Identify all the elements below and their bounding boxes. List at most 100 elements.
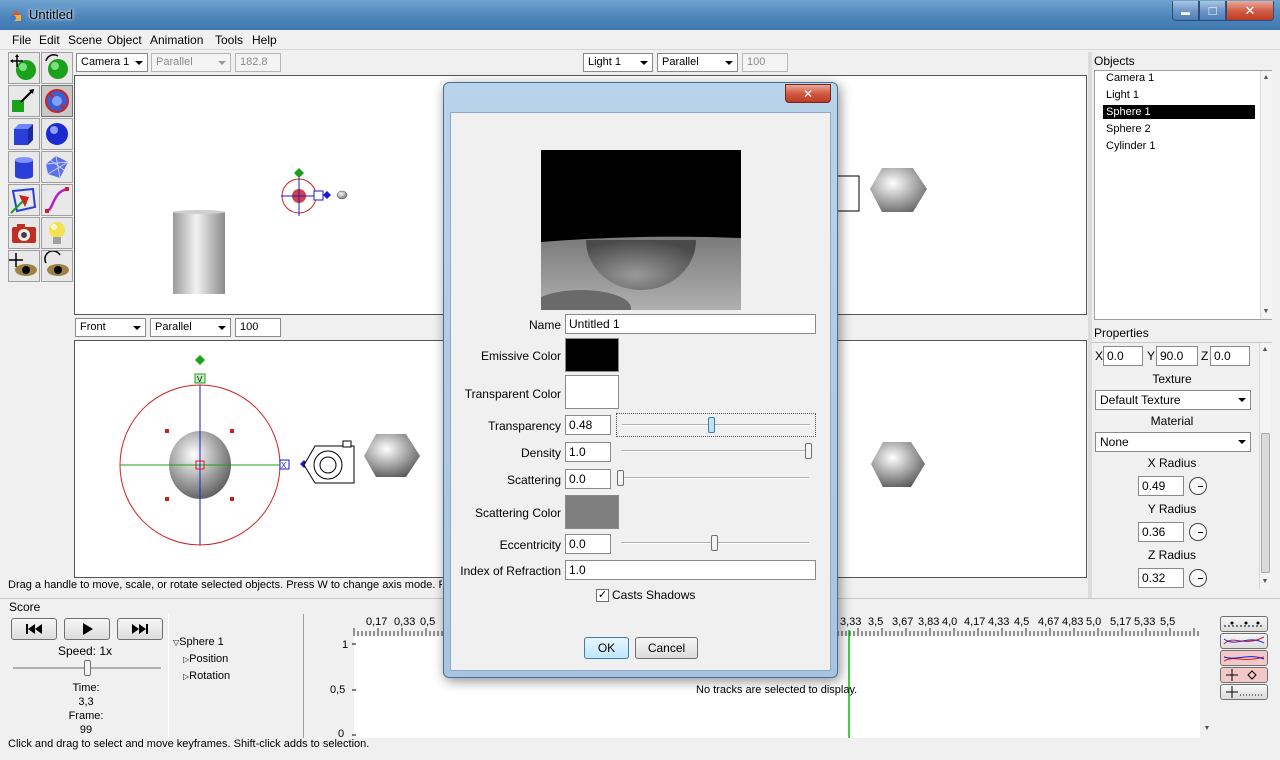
- emissive-color-swatch[interactable]: [565, 338, 619, 372]
- camera-object-front[interactable]: [303, 440, 355, 484]
- rewind-button[interactable]: [11, 618, 57, 640]
- eccentricity-slider-thumb[interactable]: [711, 535, 718, 551]
- close-button[interactable]: ✕: [1226, 1, 1274, 21]
- scroll-up-icon[interactable]: ▲: [1260, 345, 1270, 355]
- material-select[interactable]: None: [1095, 432, 1251, 452]
- viewport-tr-projection-select[interactable]: Parallel: [657, 53, 738, 72]
- viewport-tl-camera-select[interactable]: Camera 1: [76, 53, 148, 72]
- z-radius-dial-icon[interactable]: [1189, 569, 1207, 587]
- move-keyframe-button[interactable]: [1220, 667, 1268, 683]
- fast-forward-button[interactable]: [117, 618, 163, 640]
- list-item[interactable]: Cylinder 1: [1103, 139, 1159, 153]
- texture-select[interactable]: Default Texture: [1095, 390, 1251, 410]
- scattering-field[interactable]: 0.0: [565, 469, 611, 489]
- single-graph-button[interactable]: [1220, 633, 1268, 649]
- tree-item-rotation[interactable]: ▷Rotation: [183, 670, 230, 682]
- viewport-tl-scale-field[interactable]: 182.8: [235, 53, 281, 72]
- cube-tool[interactable]: [8, 118, 40, 150]
- x-field[interactable]: 0.0: [1103, 346, 1143, 366]
- density-field[interactable]: 1.0: [565, 442, 611, 462]
- y-radius-dial-icon[interactable]: [1189, 523, 1207, 541]
- sphere-2-object-front[interactable]: [364, 434, 420, 477]
- list-item[interactable]: Sphere 2: [1103, 122, 1154, 136]
- curve-tool[interactable]: [41, 184, 73, 216]
- scattering-slider[interactable]: [616, 467, 816, 491]
- scroll-down-icon[interactable]: ▼: [1260, 577, 1270, 587]
- maximize-button[interactable]: □: [1199, 1, 1226, 21]
- sphere-tool[interactable]: [41, 118, 73, 150]
- menu-tools[interactable]: Tools: [215, 33, 243, 47]
- multi-graph-button[interactable]: [1220, 650, 1268, 666]
- tree-item-position[interactable]: ▷Position: [183, 653, 228, 665]
- ior-field[interactable]: 1.0: [565, 560, 816, 580]
- camera-object-top[interactable]: [835, 175, 860, 212]
- x-radius-field[interactable]: 0.49: [1138, 476, 1184, 496]
- cylinder-tool[interactable]: [8, 151, 40, 183]
- cancel-button[interactable]: Cancel: [635, 637, 698, 659]
- sphere-selection-gizmo[interactable]: [281, 168, 331, 216]
- scroll-down-icon[interactable]: ▼: [1261, 307, 1271, 317]
- menu-scene[interactable]: Scene: [68, 33, 102, 47]
- light-object[interactable]: [336, 190, 348, 200]
- transparent-color-swatch[interactable]: [565, 375, 619, 409]
- viewport-tr-camera-select[interactable]: Light 1: [583, 53, 653, 72]
- name-field[interactable]: Untitled 1: [565, 314, 816, 334]
- list-item[interactable]: Camera 1: [1103, 71, 1157, 85]
- list-item-selected[interactable]: Sphere 1: [1103, 105, 1255, 119]
- scroll-thumb[interactable]: [1261, 433, 1270, 573]
- light-tool[interactable]: [41, 217, 73, 249]
- z-radius-field[interactable]: 0.32: [1138, 568, 1184, 588]
- list-item[interactable]: Light 1: [1103, 88, 1142, 102]
- speed-slider-thumb[interactable]: [84, 660, 91, 676]
- pan-view-tool[interactable]: [8, 250, 40, 282]
- rotate-tool[interactable]: [41, 52, 73, 84]
- menu-animation[interactable]: Animation: [150, 33, 203, 47]
- material-preview[interactable]: [541, 150, 741, 310]
- scroll-up-icon[interactable]: ▲: [1261, 73, 1271, 83]
- mesh-tool[interactable]: [41, 151, 73, 183]
- eccentricity-field[interactable]: 0.0: [565, 534, 611, 554]
- sphere-2-object-top[interactable]: [870, 168, 927, 212]
- sphere-front-gizmo[interactable]: V X: [119, 355, 308, 546]
- viewport-bl-scale-field[interactable]: 100: [235, 318, 281, 337]
- viewport-bl-camera-select[interactable]: Front: [75, 318, 146, 337]
- eccentricity-slider[interactable]: [616, 532, 816, 556]
- tree-item-root[interactable]: ▽Sphere 1: [173, 636, 224, 648]
- camera-tool[interactable]: [8, 217, 40, 249]
- viewport-tl-projection-select[interactable]: Parallel: [151, 53, 231, 72]
- density-slider-thumb[interactable]: [805, 443, 812, 459]
- objects-list[interactable]: Camera 1 Light 1 Sphere 1 Sphere 2 Cylin…: [1094, 70, 1272, 320]
- scale-keyframe-button[interactable]: [1220, 684, 1268, 700]
- menu-edit[interactable]: Edit: [39, 33, 60, 47]
- keyframe-mode-button[interactable]: [1220, 616, 1268, 632]
- rotate-view-tool[interactable]: [41, 250, 73, 282]
- menu-help[interactable]: Help: [252, 33, 277, 47]
- ok-button[interactable]: OK: [584, 637, 629, 659]
- scale-tool[interactable]: [41, 85, 73, 117]
- x-radius-dial-icon[interactable]: [1189, 477, 1207, 495]
- menu-file[interactable]: File: [12, 33, 31, 47]
- polygon-tool[interactable]: [8, 184, 40, 216]
- play-button[interactable]: [64, 618, 110, 640]
- sphere-2-object-side[interactable]: [871, 442, 925, 487]
- z-field[interactable]: 0.0: [1210, 346, 1250, 366]
- minimize-button[interactable]: ▬: [1172, 1, 1199, 21]
- properties-scrollbar[interactable]: ▲ ▼: [1259, 343, 1271, 589]
- dialog-close-button[interactable]: ✕: [785, 84, 831, 103]
- transparency-slider-thumb[interactable]: [708, 417, 716, 433]
- transparency-slider[interactable]: [616, 413, 816, 437]
- y-field[interactable]: 90.0: [1156, 346, 1198, 366]
- scattering-slider-thumb[interactable]: [617, 470, 624, 486]
- scattering-color-swatch[interactable]: [565, 495, 619, 529]
- y-radius-field[interactable]: 0.36: [1138, 522, 1184, 542]
- viewport-bl-projection-select[interactable]: Parallel: [150, 318, 231, 337]
- move-tool[interactable]: [8, 52, 40, 84]
- window-titlebar[interactable]: Untitled ▬ □ ✕: [0, 0, 1280, 30]
- material-dialog[interactable]: ✕ Name Untitled 1 Emissive Color Transpa…: [443, 82, 838, 678]
- cylinder-object[interactable]: [173, 212, 225, 294]
- viewport-tr-scale-field[interactable]: 100: [742, 53, 788, 72]
- density-slider[interactable]: [616, 440, 816, 464]
- menu-object[interactable]: Object: [107, 33, 142, 47]
- scroll-down-icon[interactable]: ▼: [1202, 724, 1212, 734]
- skew-tool[interactable]: [8, 85, 40, 117]
